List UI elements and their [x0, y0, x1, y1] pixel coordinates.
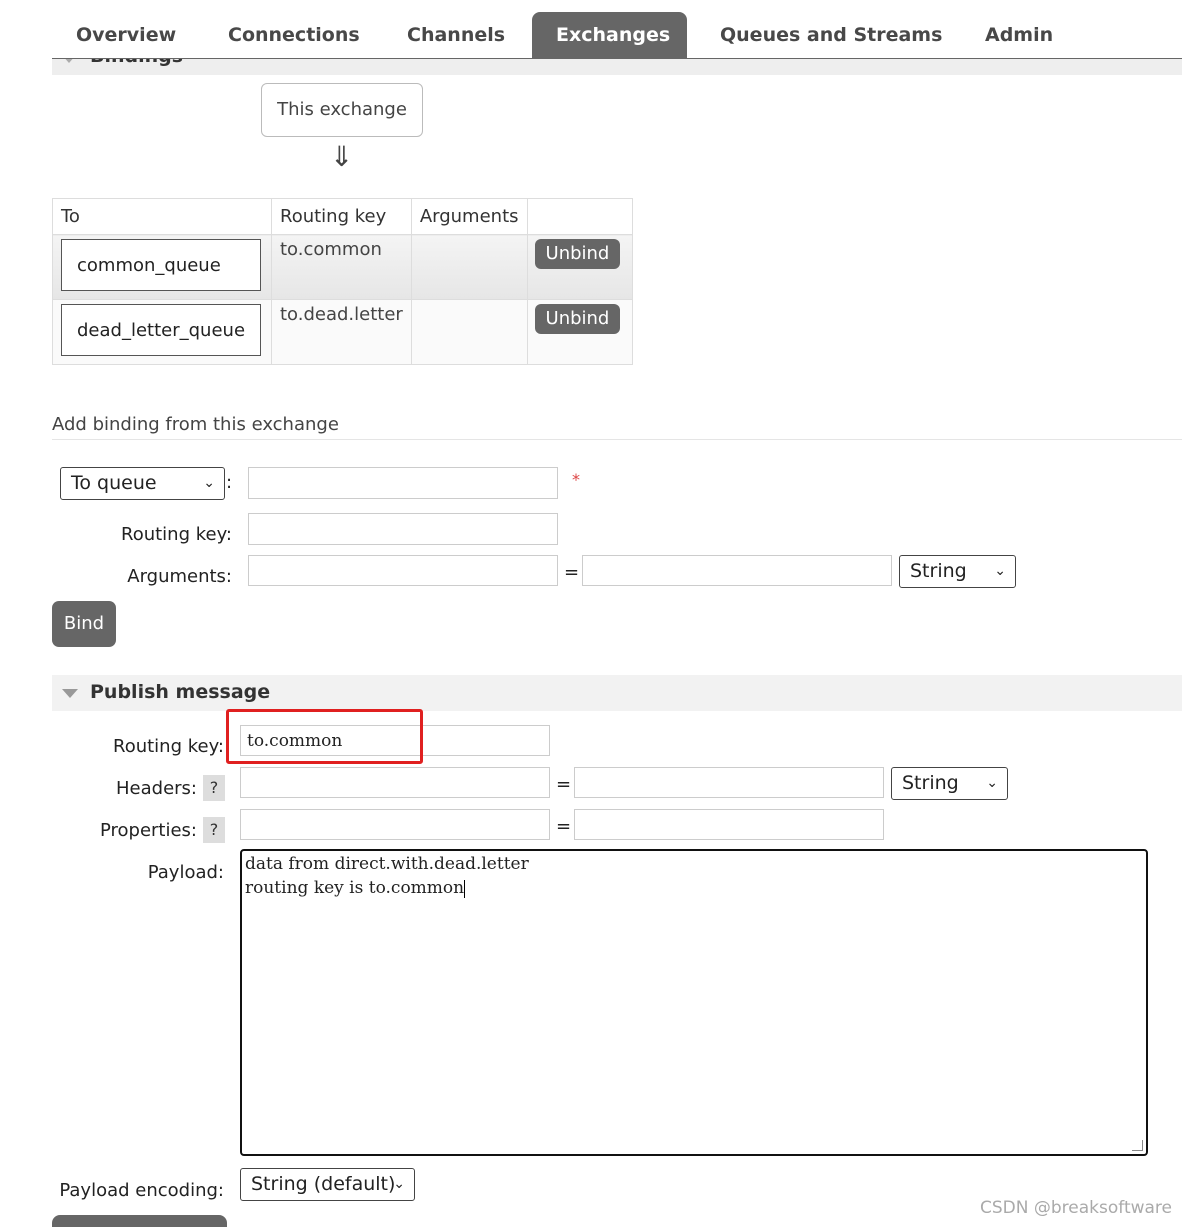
destination-type-value: To queue: [71, 472, 157, 494]
headers-help-icon[interactable]: ?: [203, 775, 225, 801]
routing-key-cell: to.common: [280, 239, 382, 260]
collapse-triangle-icon: [62, 59, 76, 63]
publish-section-title: Publish message: [90, 681, 271, 703]
properties-label: Properties:: [99, 820, 197, 841]
binding-argument-value-input[interactable]: [582, 555, 892, 586]
watermark: CSDN @breaksoftware: [980, 1198, 1173, 1218]
nav-tab-queues[interactable]: Queues and Streams: [696, 12, 966, 58]
payload-textarea[interactable]: data from direct.with.dead.letter routin…: [240, 849, 1148, 1156]
table-row: common_queue to.common Unbind: [52, 234, 633, 300]
highlight-box: [226, 709, 423, 764]
text-caret: [464, 879, 466, 898]
nav-tab-admin[interactable]: Admin: [961, 12, 1077, 58]
queue-link[interactable]: common_queue: [61, 239, 261, 291]
column-header-to: To: [52, 198, 272, 235]
payload-line-2: routing key is to.common: [245, 878, 465, 898]
nav-tab-channels[interactable]: Channels: [383, 12, 529, 58]
add-binding-divider: [52, 439, 1182, 440]
table-row: dead_letter_queue to.dead.letter Unbind: [52, 299, 633, 365]
nav-tab-connections[interactable]: Connections: [204, 12, 384, 58]
header-value-input[interactable]: [574, 767, 884, 798]
column-header-routing-key: Routing key: [271, 198, 412, 235]
collapse-triangle-icon: [62, 689, 78, 698]
equals-sign: =: [564, 562, 580, 583]
required-mark: *: [572, 470, 580, 489]
publish-section-header[interactable]: Publish message: [52, 675, 1182, 711]
binding-routing-key-input[interactable]: [248, 513, 558, 545]
nav-tab-overview[interactable]: Overview: [52, 12, 200, 58]
unbind-button[interactable]: Unbind: [534, 304, 621, 334]
chevron-down-icon: ⌄: [986, 775, 998, 791]
column-header-arguments: Arguments: [410, 198, 528, 235]
payload-line-1: data from direct.with.dead.letter: [245, 854, 529, 874]
bindings-section-title: Bindings: [90, 59, 183, 67]
argument-type-value: String: [910, 560, 967, 582]
binding-arguments-label: Arguments:: [127, 566, 232, 587]
properties-help-icon[interactable]: ?: [203, 817, 225, 843]
bindings-table: To Routing key Arguments common_queue to…: [52, 198, 633, 365]
property-key-input[interactable]: [240, 809, 550, 840]
table-header-row: To Routing key Arguments: [52, 198, 633, 235]
chevron-down-icon: ⌄: [393, 1176, 405, 1192]
this-exchange-box: This exchange: [261, 83, 423, 137]
routing-key-cell: to.dead.letter: [280, 304, 403, 325]
bindings-section-header[interactable]: Bindings: [52, 59, 1182, 75]
header-type-select[interactable]: String ⌄: [891, 767, 1008, 800]
payload-encoding-select[interactable]: String (default) ⌄: [240, 1168, 415, 1201]
payload-label: Payload:: [147, 862, 224, 883]
payload-encoding-label: Payload encoding:: [59, 1180, 224, 1201]
publish-routing-key-label: Routing key:: [113, 736, 224, 757]
property-value-input[interactable]: [574, 809, 884, 840]
nav-tab-exchanges[interactable]: Exchanges: [532, 12, 687, 58]
equals-sign: =: [556, 774, 572, 795]
destination-colon: :: [226, 472, 233, 493]
binding-argument-key-input[interactable]: [248, 555, 558, 586]
payload-line-2-container: routing key is to.common: [245, 878, 466, 898]
binding-routing-key-label: Routing key:: [121, 524, 232, 545]
headers-label: Headers:: [116, 778, 197, 799]
header-key-input[interactable]: [240, 767, 550, 798]
resize-grip-icon[interactable]: [1132, 1140, 1143, 1151]
payload-encoding-value: String (default): [251, 1173, 396, 1195]
unbind-button[interactable]: Unbind: [534, 239, 621, 269]
column-header-actions: [526, 198, 633, 235]
binding-argument-type-select[interactable]: String ⌄: [899, 555, 1016, 588]
chevron-down-icon: ⌄: [203, 475, 215, 491]
down-arrow-icon: ⇓: [330, 140, 354, 173]
destination-type-select[interactable]: To queue ⌄: [60, 467, 225, 500]
bind-button[interactable]: Bind: [52, 601, 116, 647]
queue-link[interactable]: dead_letter_queue: [61, 304, 261, 356]
chevron-down-icon: ⌄: [994, 563, 1006, 579]
destination-name-input[interactable]: [248, 467, 558, 499]
publish-message-button[interactable]: [52, 1215, 227, 1227]
add-binding-title: Add binding from this exchange: [52, 414, 339, 435]
header-type-value: String: [902, 772, 959, 794]
equals-sign: =: [556, 816, 572, 837]
